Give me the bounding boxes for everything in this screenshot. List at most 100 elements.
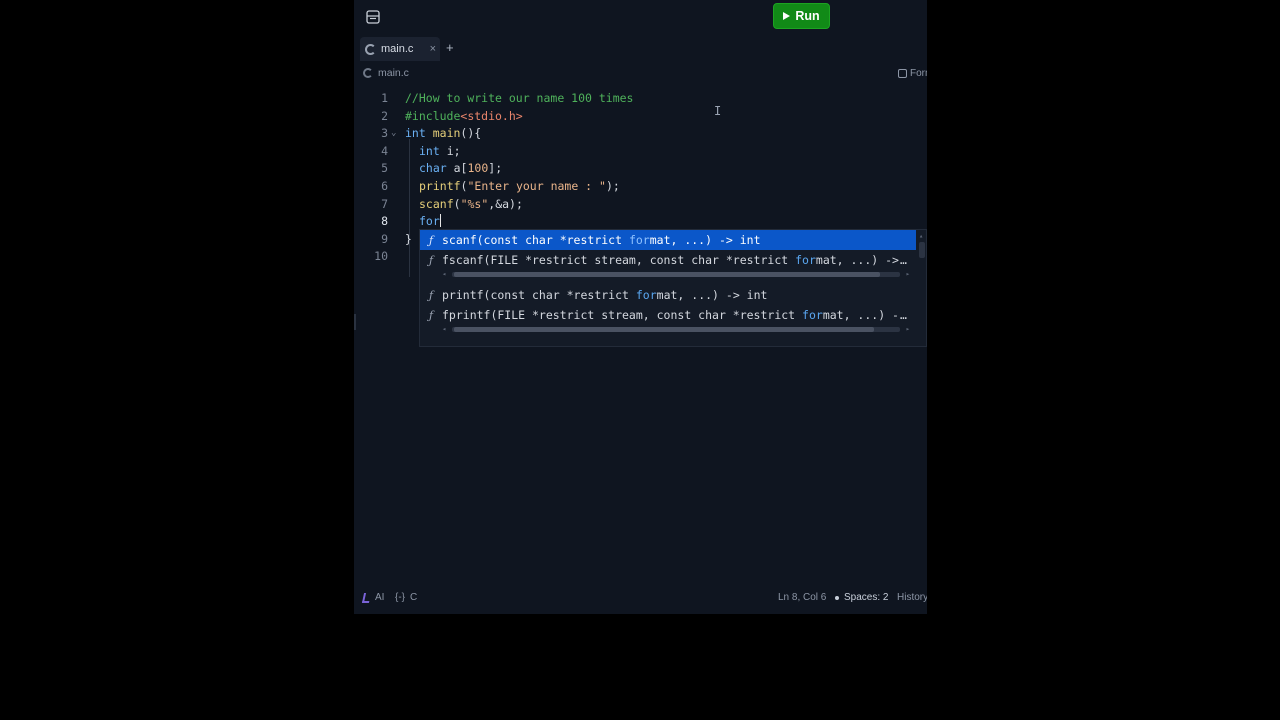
- code-text: (: [453, 196, 461, 211]
- breadcrumb: main.c Format: [354, 64, 927, 84]
- scrollbar-thumb[interactable]: [454, 272, 880, 277]
- dot-icon: [835, 595, 839, 600]
- autocomplete-item[interactable]: ƒ printf(const char *restrict format, ..…: [420, 285, 916, 305]
- code-number: 100: [467, 161, 489, 176]
- code-line: printf("Enter your name : ");: [419, 179, 620, 193]
- horizontal-scrollbar[interactable]: ◂ ▸: [442, 270, 910, 279]
- code-editor-app: Run main.c × + main.c Format 1 2 3 ⌄ 4 5…: [354, 0, 927, 614]
- autocomplete-item[interactable]: ƒ fprintf(FILE *restrict stream, const c…: [420, 305, 916, 325]
- function-icon: ƒ: [428, 233, 434, 247]
- line-number: 10: [374, 249, 388, 264]
- line-number: 6: [381, 179, 388, 193]
- code-text: ];: [488, 161, 503, 176]
- tab-main-c[interactable]: main.c ×: [360, 37, 440, 61]
- code-function: scanf: [419, 196, 454, 211]
- suggestion-ellipsis: …: [899, 308, 907, 322]
- autocomplete-item-label: scanf(const char *restrict format, ...) …: [442, 233, 761, 247]
- code-text: ,&a);: [488, 196, 523, 211]
- code-keyword: char: [419, 161, 447, 176]
- add-tab-button[interactable]: +: [446, 40, 454, 55]
- format-icon: [898, 69, 907, 78]
- suggestion-text: mat, ...) ->: [815, 253, 899, 267]
- suggestion-ellipsis: …: [899, 253, 907, 267]
- code-line: }: [405, 232, 412, 246]
- line-number: 5: [381, 161, 388, 176]
- code-line: scanf("%s",&a);: [419, 197, 523, 211]
- autocomplete-item-label: fprintf(FILE *restrict stream, const cha…: [442, 308, 907, 322]
- autocomplete-item-label: printf(const char *restrict format, ...)…: [442, 288, 767, 302]
- suggestion-text: fprintf(FILE *restrict stream, const cha…: [442, 308, 803, 322]
- autocomplete-popup: ƒ scanf(const char *restrict format, ...…: [419, 229, 927, 347]
- c-language-icon: [363, 68, 373, 78]
- scrollbar-thumb[interactable]: [919, 242, 925, 258]
- indentation-button[interactable]: Spaces: 2: [835, 592, 888, 603]
- function-icon: ƒ: [428, 253, 434, 267]
- play-icon: [783, 12, 791, 20]
- code-keyword: for: [419, 214, 440, 229]
- code-function: main: [432, 126, 461, 141]
- suggestion-match: for: [635, 288, 657, 302]
- ai-icon: [361, 592, 372, 603]
- horizontal-scrollbar[interactable]: ◂ ▸: [442, 325, 910, 334]
- code-comment: //How to write our name 100 times: [405, 91, 634, 105]
- top-toolbar: Run: [354, 0, 927, 34]
- suggestion-text: mat, ...) -> int: [649, 233, 761, 247]
- tab-label: main.c: [381, 43, 414, 55]
- suggestion-match: for: [795, 253, 816, 267]
- vertical-scrollbar[interactable]: ▴: [917, 230, 926, 346]
- format-label: Format: [910, 68, 927, 79]
- scroll-up-icon[interactable]: ▴: [919, 232, 923, 240]
- scroll-right-icon[interactable]: ▸: [906, 270, 910, 278]
- history-button[interactable]: History: [897, 592, 927, 603]
- c-language-icon: [365, 43, 376, 55]
- tab-bar: main.c × +: [354, 36, 927, 62]
- language-button[interactable]: {-} C: [395, 592, 417, 603]
- code-header: <stdio.h>: [460, 108, 523, 123]
- line-number: 7: [381, 196, 388, 211]
- status-bar: AI {-} C Ln 8, Col 6 Spaces: 2 History: [354, 588, 927, 608]
- suggestion-match: for: [802, 308, 823, 322]
- breadcrumb-file[interactable]: main.c: [363, 67, 409, 79]
- indent-guide: [409, 139, 410, 277]
- scroll-left-icon[interactable]: ◂: [442, 270, 446, 278]
- code-line: int main(){: [405, 126, 481, 140]
- line-number: 9: [381, 231, 388, 246]
- close-tab-icon[interactable]: ×: [430, 43, 436, 55]
- text-cursor: [439, 214, 441, 228]
- code-text: i;: [439, 143, 461, 158]
- suggestion-match: for: [628, 233, 650, 247]
- scroll-left-icon[interactable]: ◂: [442, 325, 446, 333]
- ibeam-cursor-icon: I: [714, 104, 722, 118]
- code-function: printf: [419, 179, 461, 193]
- run-button[interactable]: Run: [773, 3, 830, 29]
- autocomplete-item[interactable]: ƒ scanf(const char *restrict format, ...…: [420, 230, 916, 250]
- line-number: 3: [381, 126, 388, 141]
- breadcrumb-file-label: main.c: [378, 67, 409, 79]
- resize-handle[interactable]: [354, 314, 356, 330]
- code-line: //How to write our name 100 times: [405, 91, 633, 105]
- function-icon: ƒ: [428, 308, 434, 322]
- autocomplete-item-label: fscanf(FILE *restrict stream, const char…: [442, 253, 907, 267]
- code-string: "%s": [460, 196, 489, 211]
- toggle-panel-icon[interactable]: [366, 9, 380, 24]
- code-keyword: int: [419, 143, 440, 158]
- suggestion-text: mat, ...) -: [822, 308, 899, 322]
- code-string: "Enter your name : ": [467, 179, 606, 193]
- cursor-position[interactable]: Ln 8, Col 6: [778, 592, 826, 603]
- code-line: #include<stdio.h>: [405, 109, 523, 123]
- autocomplete-item[interactable]: ƒ fscanf(FILE *restrict stream, const ch…: [420, 250, 916, 270]
- line-number: 4: [381, 143, 388, 158]
- scrollbar-thumb[interactable]: [454, 327, 874, 332]
- code-line: int i;: [419, 144, 461, 158]
- language-label: C: [410, 592, 418, 603]
- ai-button[interactable]: AI: [361, 592, 384, 603]
- code-keyword: int: [405, 126, 426, 141]
- fold-chevron-icon[interactable]: ⌄: [391, 128, 396, 138]
- format-button[interactable]: Format: [898, 68, 927, 79]
- code-line: char a[100];: [419, 161, 502, 175]
- indentation-label: Spaces: 2: [844, 592, 889, 603]
- run-button-label: Run: [795, 9, 820, 23]
- code-text: a[: [446, 161, 468, 176]
- scroll-right-icon[interactable]: ▸: [906, 325, 910, 333]
- suggestion-text: mat, ...) -> int: [656, 288, 768, 302]
